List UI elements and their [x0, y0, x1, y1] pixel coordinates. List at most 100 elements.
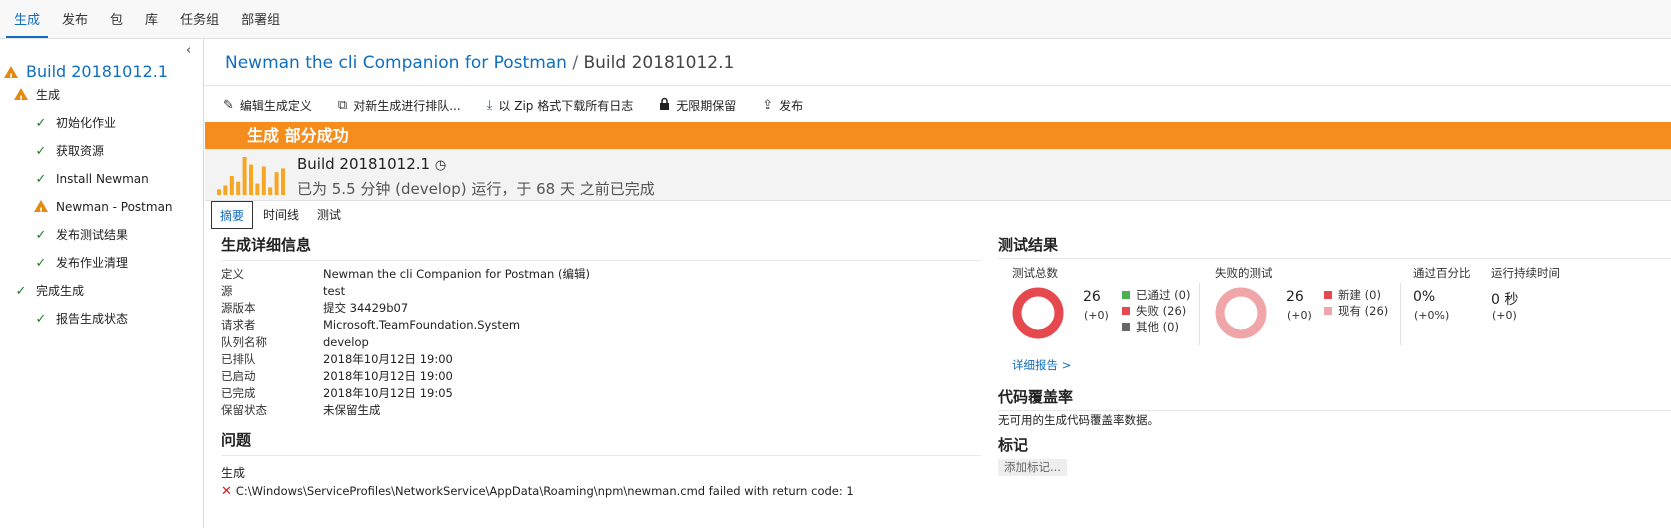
detail-value-link[interactable]: Newman the cli Companion for Postman (编辑… — [323, 266, 590, 283]
download-logs-button[interactable]: ⤓ 以 Zip 格式下载所有日志 — [487, 97, 634, 114]
sidebar-item-build[interactable]: 生成 — [14, 84, 61, 111]
queue-icon: ⧉ — [337, 97, 348, 113]
topnav-packages[interactable]: 包 — [102, 2, 131, 38]
status-banner: 生成 部分成功 — [205, 122, 1671, 149]
topnav-builds[interactable]: 生成 — [6, 2, 49, 38]
detail-value: 2018年10月12日 19:05 — [323, 386, 453, 400]
collapse-sidebar-icon[interactable]: ‹ — [186, 43, 191, 58]
history-bar[interactable] — [236, 181, 241, 195]
build-title: Build 20181012.1 ◷ — [297, 155, 446, 173]
issue-category: 生成 — [221, 466, 246, 480]
sidebar-item-job-cleanup[interactable]: ✓ 发布作业清理 — [34, 252, 128, 274]
legend-new[interactable]: 新建 (0) — [1324, 287, 1381, 303]
check-icon: ✓ — [35, 172, 47, 187]
sidebar: ‹ Build 20181012.1 生成 ✓ 初始化作业 ✓ 获取资源 ✓ Inst… — [0, 39, 204, 528]
topnav-task-groups[interactable]: 任务组 — [172, 2, 227, 38]
total-tests-donut[interactable] — [1012, 287, 1064, 339]
detail-value: Microsoft.TeamFoundation.System — [323, 318, 521, 332]
pass-rate-delta: (+0%) — [1414, 309, 1450, 322]
sidebar-root[interactable]: Build 20181012.1 — [4, 61, 168, 89]
detail-value: 未保留生成 — [323, 403, 381, 417]
sidebar-item-label: Install Newman — [56, 172, 149, 186]
tab-summary[interactable]: 摘要 — [211, 201, 254, 229]
history-bar[interactable] — [281, 168, 285, 195]
issue-text: C:\Windows\ServiceProfiles\NetworkServic… — [235, 484, 854, 498]
failed-tests-donut[interactable] — [1215, 287, 1267, 339]
warning-icon — [14, 88, 28, 111]
warning-icon — [34, 200, 48, 223]
issue-item[interactable]: ✕ C:\Windows\ServiceProfiles\NetworkServi… — [221, 484, 981, 499]
sidebar-item-label: 初始化作业 — [56, 116, 117, 130]
pencil-icon: ✎ — [223, 97, 234, 113]
legend-swatch — [1122, 291, 1130, 299]
sidebar-item-label: 生成 — [36, 88, 61, 102]
detail-key: 已启动 — [221, 369, 256, 383]
history-bar[interactable] — [229, 176, 234, 195]
tab-timeline[interactable]: 时间线 — [255, 201, 307, 229]
history-bar[interactable] — [223, 185, 228, 196]
legend-swatch — [1122, 307, 1130, 315]
detail-value-link[interactable]: 提交 34429b07 — [323, 300, 408, 317]
tab-tests[interactable]: 测试 — [309, 201, 349, 229]
sidebar-item-report-status[interactable]: ✓ 报告生成状态 — [34, 308, 128, 330]
retain-button[interactable]: 无限期保留 — [659, 97, 736, 114]
detail-value-link[interactable]: develop — [323, 334, 369, 351]
sidebar-item-install-newman[interactable]: ✓ Install Newman — [34, 168, 149, 190]
topnav-library[interactable]: 库 — [137, 2, 166, 38]
total-tests-delta: (+0) — [1084, 309, 1109, 322]
legend-label: 失败 (26) — [1136, 304, 1187, 318]
detail-row: 请求者 Microsoft.TeamFoundation.System — [221, 317, 981, 334]
breadcrumb-build: Build 20181012.1 — [583, 53, 735, 73]
sidebar-item-finalize-build[interactable]: ✓ 完成生成 — [14, 280, 84, 302]
release-label: 发布 — [779, 98, 804, 113]
topnav-releases[interactable]: 发布 — [54, 2, 96, 38]
history-bar[interactable] — [217, 189, 221, 195]
queue-build-button[interactable]: ⧉ 对新生成进行排队... — [338, 97, 461, 114]
detail-row: 定义 Newman the cli Companion for Postman (… — [221, 266, 981, 283]
history-bar[interactable] — [274, 172, 279, 195]
detail-row: 源版本 提交 34429b07 — [221, 300, 981, 317]
sidebar-item-publish-tests[interactable]: ✓ 发布测试结果 — [34, 224, 128, 246]
duration-label: 运行持续时间 — [1491, 266, 1560, 280]
release-button[interactable]: ⇪ 发布 — [762, 97, 803, 114]
detail-value-link[interactable]: test — [323, 283, 345, 300]
topnav-deployment-groups[interactable]: 部署组 — [233, 2, 288, 38]
detail-value: 2018年10月12日 19:00 — [323, 352, 453, 366]
download-icon: ⤓ — [486, 97, 493, 113]
detail-row: 已启动 2018年10月12日 19:00 — [221, 368, 981, 385]
legend-existing[interactable]: 现有 (26) — [1324, 303, 1388, 319]
add-tag-button[interactable]: 添加标记... — [998, 459, 1067, 476]
history-bar[interactable] — [268, 187, 273, 195]
legend-label: 其他 (0) — [1136, 320, 1179, 334]
history-bar[interactable] — [249, 164, 253, 195]
code-coverage-title: 代码覆盖率 — [998, 386, 1671, 411]
history-bar[interactable] — [255, 183, 260, 195]
breadcrumb-pipeline-link[interactable]: Newman the cli Companion for Postman — [225, 53, 567, 73]
lock-icon — [659, 97, 670, 114]
edit-definition-label: 编辑生成定义 — [239, 98, 312, 113]
divider — [1400, 283, 1401, 345]
breadcrumb: Newman the cli Companion for Postman / B… — [225, 53, 734, 73]
history-bar[interactable] — [261, 166, 266, 196]
detail-row: 保留状态 未保留生成 — [221, 402, 981, 419]
sidebar-item-newman-postman[interactable]: Newman - Postman — [34, 196, 173, 223]
legend-other[interactable]: 其他 (0) — [1122, 319, 1179, 335]
detail-key: 队列名称 — [221, 335, 267, 349]
clock-icon: ◷ — [434, 158, 447, 173]
code-coverage-text: 无可用的生成代码覆盖率数据。 — [998, 413, 1159, 427]
issues-title: 问题 — [221, 429, 981, 456]
edit-definition-button[interactable]: ✎ 编辑生成定义 — [223, 97, 312, 114]
history-bar[interactable] — [242, 157, 247, 195]
build-details-section: 生成详细信息 定义 Newman the cli Companion for Po… — [221, 234, 981, 499]
release-icon: ⇪ — [762, 97, 774, 113]
detail-key: 已排队 — [221, 352, 256, 366]
legend-passed[interactable]: 已通过 (0) — [1122, 287, 1190, 303]
detailed-report-link[interactable]: 详细报告 > — [1012, 357, 1071, 373]
sidebar-item-init-job[interactable]: ✓ 初始化作业 — [34, 112, 116, 134]
sidebar-item-get-sources[interactable]: ✓ 获取资源 — [34, 140, 104, 162]
build-history-chart[interactable] — [217, 153, 289, 197]
download-logs-label: 以 Zip 格式下载所有日志 — [498, 98, 634, 113]
detail-row: 源 test — [221, 283, 981, 300]
legend-failed[interactable]: 失败 (26) — [1122, 303, 1186, 319]
sidebar-item-label: 发布作业清理 — [56, 256, 129, 270]
